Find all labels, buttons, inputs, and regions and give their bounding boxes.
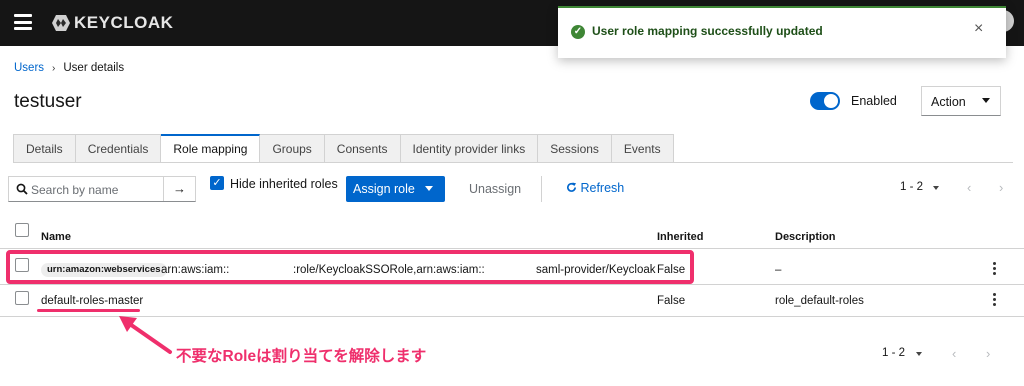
row-divider [0,284,1024,285]
hide-inherited-label: Hide inherited roles [230,177,338,191]
toggle-knob [824,94,838,108]
caret-down-icon [982,98,990,103]
tab-groups[interactable]: Groups [260,134,325,163]
breadcrumb-current: User details [63,62,125,74]
tab-events[interactable]: Events [611,134,674,163]
keycloak-logo-icon [52,15,70,31]
toast-message: User role mapping successfully updated [592,24,823,38]
tab-divider [13,162,1013,163]
description-value: role_default-roles [775,295,864,307]
tab-details[interactable]: Details [13,134,76,163]
next-page-icon[interactable]: › [986,346,990,361]
header-divider [0,248,1024,249]
close-icon[interactable]: × [974,20,983,38]
search-submit-arrow-icon[interactable]: → [163,177,195,201]
role-name: default-roles-master [41,295,144,307]
tab-sessions[interactable]: Sessions [538,134,612,163]
success-toast: ✓ User role mapping successfully updated… [558,6,1006,58]
tab-credentials[interactable]: Credentials [75,134,162,163]
caret-down-icon [425,186,433,191]
enabled-toggle[interactable] [810,92,840,110]
pagination-caret-icon[interactable] [933,186,939,190]
highlight-underline [37,309,140,312]
search-box: → [8,176,196,202]
page-title: testuser [14,91,82,112]
action-label: Action [931,95,966,109]
search-icon [16,183,28,195]
chevron-right-icon: › [52,62,56,74]
app-name: KEYCLOAK [74,13,174,32]
row-actions-kebab-icon[interactable] [993,293,997,307]
highlight-box [6,250,694,284]
breadcrumb: Users › User details [14,62,124,74]
column-header-name: Name [41,231,71,243]
annotation-text: 不要なRoleは割り当てを解除します [176,348,427,365]
assign-role-label: Assign role [353,182,415,196]
prev-page-icon[interactable]: ‹ [952,346,956,361]
inherited-value: False [657,295,686,307]
pagination-caret-icon[interactable] [916,352,922,356]
tab-consents[interactable]: Consents [324,134,401,163]
tab-bar: Details Credentials Role mapping Groups … [13,134,674,163]
hide-inherited-checkbox[interactable]: ✓ [210,176,224,190]
menu-hamburger-icon[interactable] [14,14,32,30]
pagination-range[interactable]: 1 - 2 [900,181,923,193]
tab-role-mapping[interactable]: Role mapping [161,134,261,163]
keycloak-logo[interactable]: KEYCLOAK [52,12,173,34]
search-input[interactable] [31,181,161,199]
select-all-checkbox[interactable] [15,223,29,237]
row-actions-kebab-icon[interactable] [993,262,997,276]
unassign-button[interactable]: Unassign [469,182,521,196]
annotation-arrow-icon [119,316,172,354]
description-value: – [775,264,782,276]
refresh-button[interactable]: Refresh [566,181,624,195]
prev-page-icon[interactable]: ‹ [967,180,971,195]
check-circle-icon: ✓ [571,25,585,39]
row-checkbox[interactable] [15,291,29,305]
refresh-label: Refresh [580,181,625,195]
pagination-range-bottom[interactable]: 1 - 2 [882,347,905,359]
refresh-icon [567,182,577,192]
assign-role-button[interactable]: Assign role [346,176,445,202]
breadcrumb-users-link[interactable]: Users [14,62,44,74]
column-header-inherited: Inherited [657,231,704,243]
next-page-icon[interactable]: › [999,180,1003,195]
enabled-label: Enabled [851,94,897,108]
toolbar-divider [541,176,542,202]
tab-identity-provider-links[interactable]: Identity provider links [400,134,539,163]
column-header-description: Description [775,231,836,243]
action-dropdown[interactable]: Action [921,86,1001,116]
